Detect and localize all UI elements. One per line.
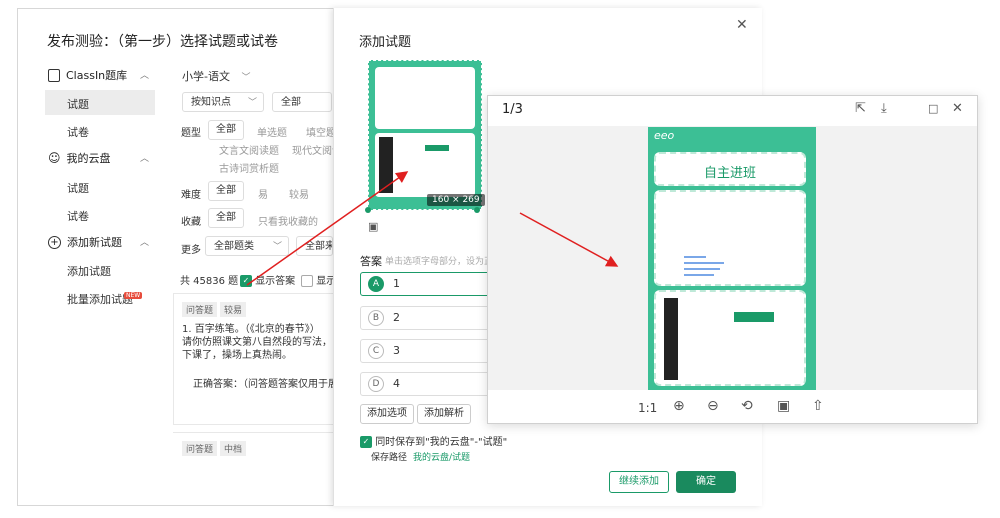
- annotation-arrow: [519, 212, 619, 267]
- annotation-arrows: [246, 171, 619, 286]
- annotation-arrow: [246, 171, 409, 286]
